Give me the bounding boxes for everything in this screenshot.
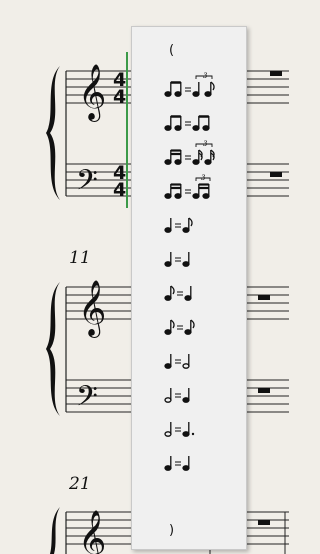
svg-text:3: 3 — [201, 174, 206, 182]
rest — [270, 172, 282, 177]
rest — [258, 388, 270, 393]
treble-clef-icon: 𝄞 — [78, 510, 106, 554]
menu-item-quarter-to-quarter-b[interactable] — [132, 443, 246, 477]
sixteenths-to-triplet-beamed-icon: 3 — [164, 174, 211, 199]
quarter-to-eighth-icon — [164, 217, 193, 233]
brace-2 — [46, 282, 60, 416]
half-to-dotted-quarter-icon — [164, 422, 195, 437]
menu-item-paren-close[interactable]: ) — [132, 515, 246, 549]
quarter-to-half-icon — [164, 354, 190, 369]
time-signature: 4 — [113, 179, 126, 201]
menu-item-quarter-to-eighth[interactable] — [132, 205, 246, 239]
menu-item-eighths-to-eighths[interactable] — [132, 103, 246, 137]
eighth-to-quarter-icon — [164, 285, 192, 301]
menu-item-eighth-to-quarter[interactable] — [132, 273, 246, 307]
rest — [258, 295, 270, 300]
rest — [270, 71, 282, 76]
brace-3 — [50, 507, 60, 554]
treble-clef-icon: 𝄞 — [78, 64, 106, 122]
svg-text:3: 3 — [203, 140, 208, 148]
quarter-to-quarter-b-icon — [164, 456, 190, 471]
measure-number: 11 — [69, 248, 91, 268]
quarter-to-quarter-icon — [164, 252, 190, 267]
treble-clef-icon: 𝄞 — [78, 280, 106, 338]
bass-clef-icon: 𝄢 — [76, 164, 98, 204]
menu-item-sixteenths-to-triplet-beamed[interactable]: 3 — [132, 171, 246, 205]
menu-item-eighths-to-triplet-swing[interactable]: 3 — [132, 69, 246, 103]
menu-item-sixteenths-to-triplet-swing[interactable]: 3 — [132, 137, 246, 171]
half-to-quarter-icon — [164, 388, 190, 403]
menu-item-quarter-to-quarter[interactable] — [132, 239, 246, 273]
menu-item-eighth-to-eighth[interactable] — [132, 307, 246, 341]
eighths-to-triplet-swing-icon: 3 — [164, 72, 215, 97]
bass-clef-icon: 𝄢 — [76, 380, 98, 420]
svg-text:3: 3 — [203, 72, 208, 80]
menu-item-half-to-dotted-quarter[interactable] — [132, 409, 246, 443]
time-signature: 4 — [113, 86, 126, 108]
menu-item-paren-open[interactable]: ( — [132, 35, 246, 69]
brace-1 — [46, 66, 60, 200]
menu-item-quarter-to-half[interactable] — [132, 341, 246, 375]
sixteenths-to-triplet-swing-icon: 3 — [164, 140, 215, 165]
menu-item-half-to-quarter[interactable] — [132, 375, 246, 409]
eighths-to-eighths-icon — [164, 115, 210, 131]
measure-number: 21 — [69, 474, 91, 494]
rest — [258, 520, 270, 525]
paren-open-icon: ( — [169, 43, 175, 58]
swing-palette-menu: ( 3 3 3) — [131, 26, 247, 550]
eighth-to-eighth-icon — [164, 319, 195, 335]
paren-close-icon: ) — [169, 523, 175, 538]
